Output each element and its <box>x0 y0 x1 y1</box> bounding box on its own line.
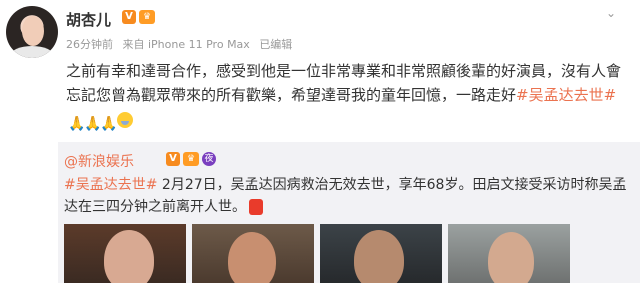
photo-thumbnail[interactable] <box>448 224 570 283</box>
repost-night-badge: 夜 <box>202 152 216 166</box>
repost-card[interactable]: @新浪娱乐 V ♛ 夜 #吴孟达去世# 2月27日，吴孟达因病救治无效去世，享年… <box>58 142 640 283</box>
person-head <box>228 232 276 283</box>
cry-face-icon <box>117 112 133 128</box>
person-head <box>354 230 404 283</box>
avatar[interactable] <box>6 6 58 58</box>
post-time[interactable]: 26分钟前 <box>66 38 113 51</box>
weibo-post: 胡杏儿 V ♛ ⌄ 26分钟前 来自 iPhone 11 Pro Max 已编辑… <box>0 0 640 283</box>
repost-hashtag-link[interactable]: #吴孟达去世# <box>64 177 157 193</box>
username[interactable]: 胡杏儿 <box>66 9 111 30</box>
avatar-face <box>22 16 44 46</box>
level-badge: ♛ <box>139 10 155 24</box>
post-source: 来自 iPhone 11 Pro Max <box>122 38 250 51</box>
avatar-shoulders <box>10 46 54 58</box>
candle-emoji-icon <box>249 199 263 215</box>
post-meta: 26分钟前 来自 iPhone 11 Pro Max 已编辑 <box>66 36 298 52</box>
pray-emoji-icon: 🙏 <box>84 116 102 132</box>
emoji-row: 🙏🙏🙏 <box>66 108 133 132</box>
chevron-down-icon[interactable]: ⌄ <box>606 6 622 20</box>
hashtag-link[interactable]: #吴孟达去世# <box>516 86 616 104</box>
post-text: 之前有幸和達哥合作，感受到他是一位非常專業和非常照顧後輩的好演員，沒有人會忘記您… <box>66 59 628 132</box>
repost-level-badge: ♛ <box>183 152 199 166</box>
person-head <box>104 230 154 283</box>
repost-author[interactable]: @新浪娱乐 <box>64 151 134 171</box>
photo-grid <box>64 224 634 283</box>
pray-emoji-icon: 🙏 <box>68 116 86 132</box>
photo-thumbnail[interactable] <box>192 224 314 283</box>
vip-badge: V <box>122 10 136 24</box>
person-head <box>488 232 534 283</box>
edited-label[interactable]: 已编辑 <box>259 38 292 51</box>
repost-vip-badge: V <box>166 152 180 166</box>
pray-emoji-icon: 🙏 <box>100 116 118 132</box>
photo-thumbnail[interactable] <box>64 224 186 283</box>
repost-text: #吴孟达去世# 2月27日，吴孟达因病救治无效去世，享年68岁。田启文接受采访时… <box>64 174 632 218</box>
photo-thumbnail[interactable] <box>320 224 442 283</box>
